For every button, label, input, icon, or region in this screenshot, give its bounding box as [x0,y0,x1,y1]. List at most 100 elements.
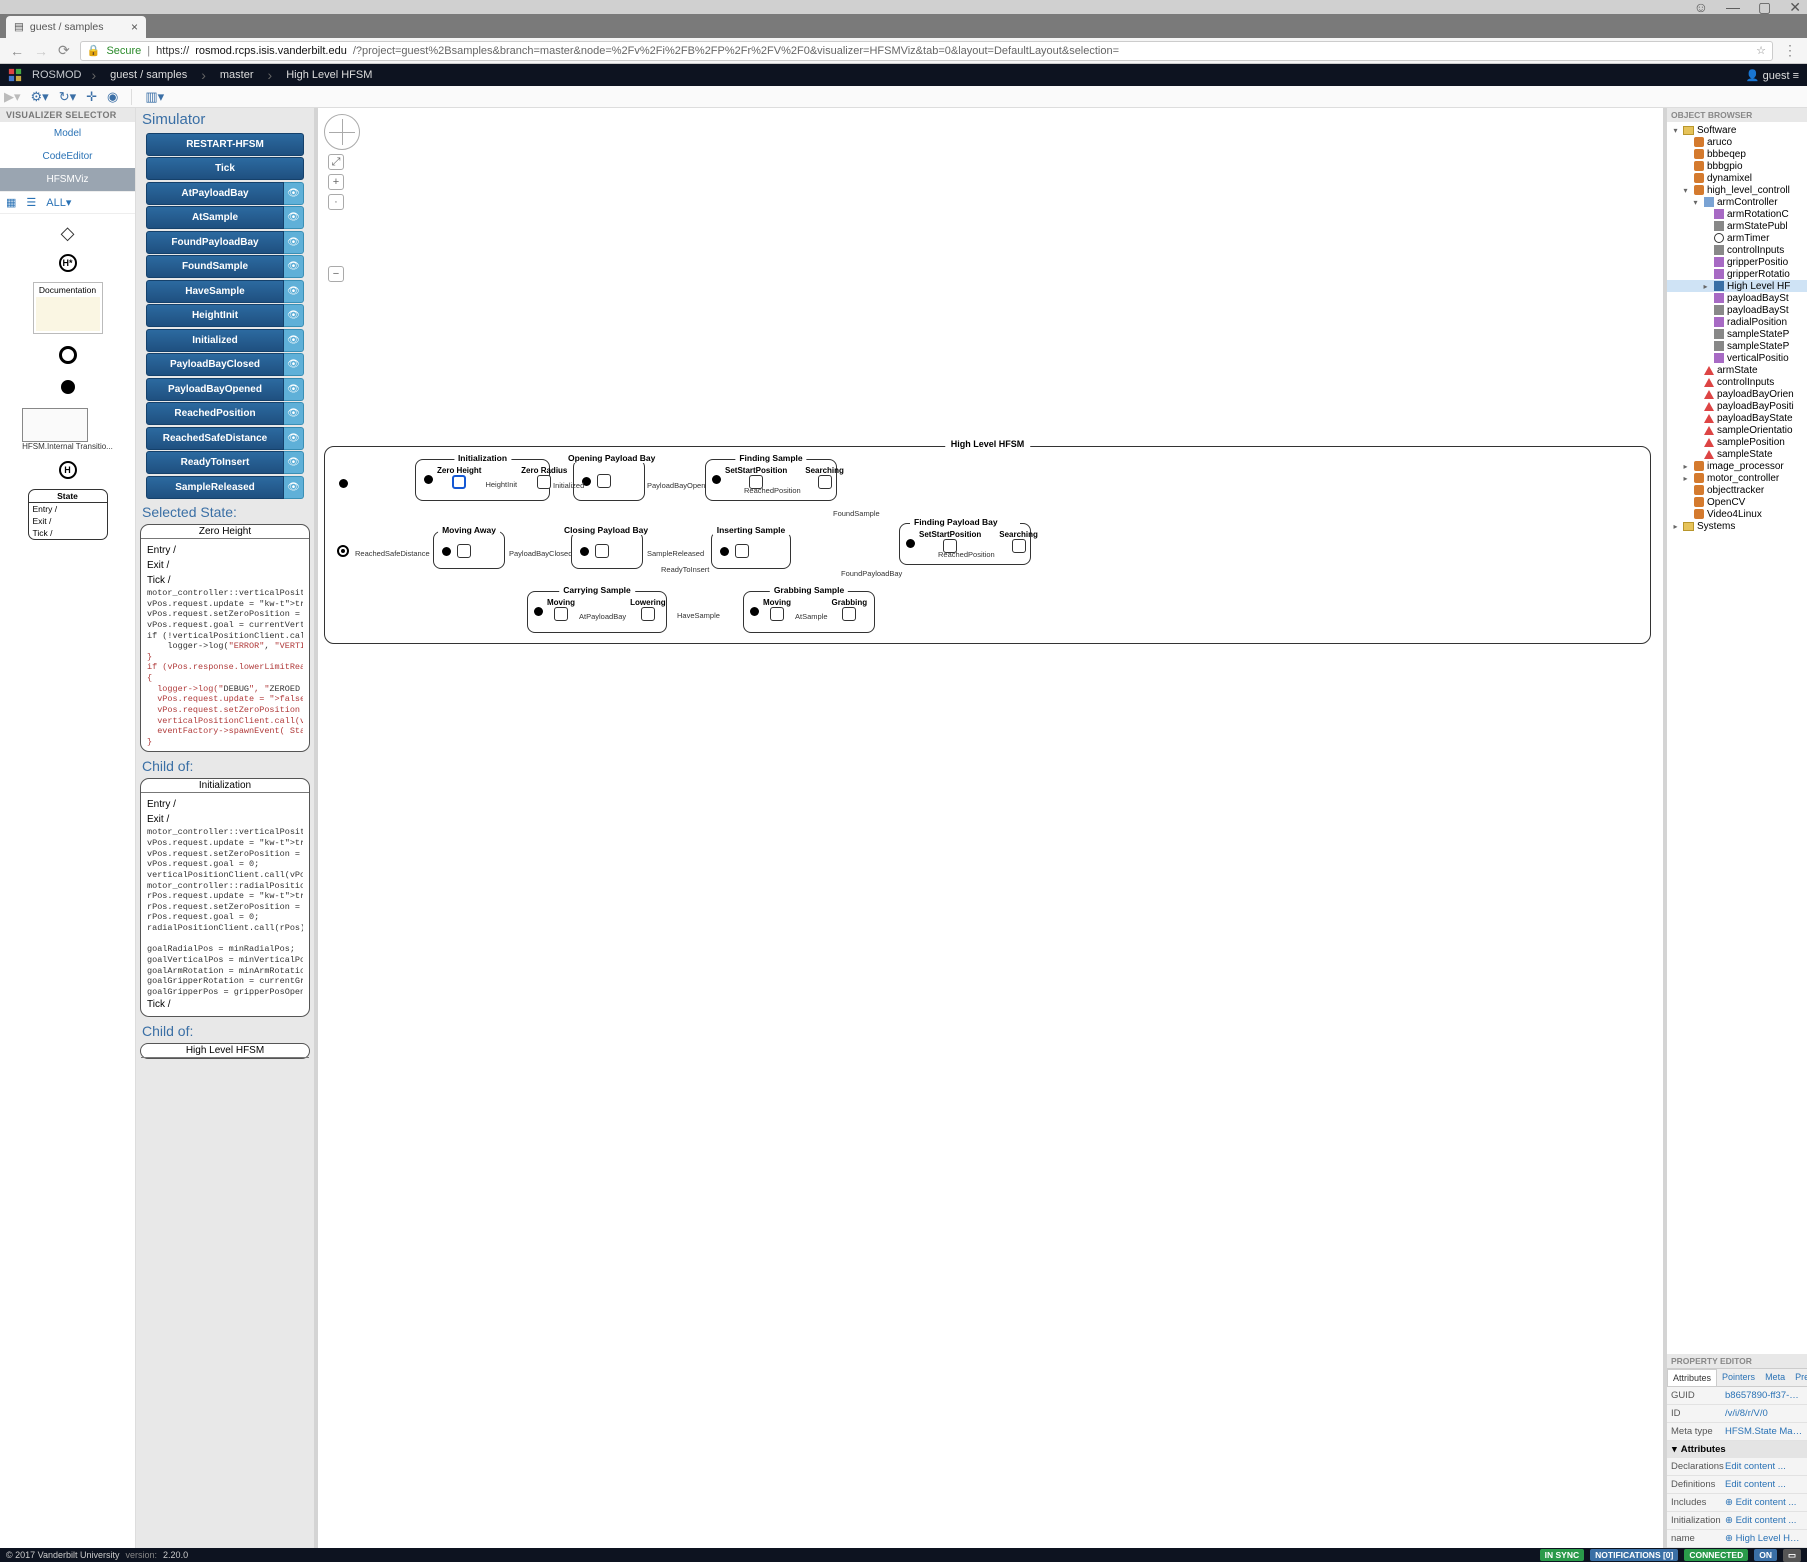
sim-button-heightinit[interactable]: HeightInit [146,304,284,327]
sim-button-atsample[interactable]: AtSample [146,206,284,229]
tree-node[interactable]: OpenCV [1667,496,1807,508]
property-section-attributes[interactable]: ▾ Attributes [1667,1441,1807,1458]
tree-node[interactable]: ▾ armController [1667,196,1807,208]
property-tab-attributes[interactable]: Attributes [1667,1369,1717,1386]
tree-node[interactable]: ▾ high_level_controll [1667,184,1807,196]
tree-node[interactable]: gripperPositio [1667,256,1807,268]
property-value[interactable]: Edit content ... [1725,1461,1803,1472]
zoom-reset-icon[interactable]: · [328,194,344,210]
tree-twisty-icon[interactable]: ▸ [1681,474,1690,483]
circle-icon[interactable]: ◉ [107,89,118,105]
tree-node[interactable]: verticalPositio [1667,352,1807,364]
state-moving2[interactable] [770,607,784,621]
visualizer-link-model[interactable]: Model [0,122,135,145]
palette-h-star-icon[interactable]: H* [59,254,77,272]
eye-icon[interactable]: 👁 [284,451,304,474]
badge-sync[interactable]: IN SYNC [1540,1549,1584,1561]
state-open-inner[interactable] [597,474,611,488]
group-grabbing-sample[interactable]: Grabbing Sample Moving AtSample Grabbing [743,591,875,633]
property-value[interactable]: Edit content ... [1725,1479,1803,1490]
palette-state-template[interactable]: State Entry / Exit / Tick / [28,489,108,540]
play-icon[interactable]: ▶▾ [4,89,21,105]
browser-menu-icon[interactable]: ⋮ [1783,42,1797,59]
sim-button-foundpayloadbay[interactable]: FoundPayloadBay [146,231,284,254]
property-value[interactable]: ⊕ Edit content ... [1725,1515,1803,1526]
tree-node[interactable]: aruco [1667,136,1807,148]
tree-twisty-icon[interactable]: ▸ [1701,282,1710,291]
zoom-in-icon[interactable]: + [328,174,344,190]
state-lowering[interactable] [641,607,655,621]
eye-icon[interactable]: 👁 [284,206,304,229]
sim-button-reachedposition[interactable]: ReachedPosition [146,402,284,425]
badge-on[interactable]: ON [1754,1549,1777,1561]
crumb-project[interactable]: guest / samples [110,69,187,81]
tree-node[interactable]: sampleStateP [1667,328,1807,340]
bookmark-star-icon[interactable]: ☆ [1756,44,1766,57]
tree-twisty-icon[interactable]: ▾ [1681,186,1690,195]
palette-dot-icon[interactable] [57,376,79,398]
zoom-out-icon[interactable]: − [328,266,344,282]
sim-button-payloadbayclosed[interactable]: PayloadBayClosed [146,353,284,376]
compass-control[interactable] [324,114,360,150]
sim-button-havesample[interactable]: HaveSample [146,280,284,303]
eye-icon[interactable]: 👁 [284,304,304,327]
user-indicator[interactable]: 👤 guest ≡ [1746,69,1799,82]
group-inserting-sample[interactable]: Inserting Sample [711,531,791,569]
state-zero-height[interactable] [452,475,466,489]
state-searching2[interactable] [1012,539,1026,553]
palette-internal-transition[interactable]: HFSM.Internal Transitio... [22,408,113,451]
tree-node[interactable]: sampleState [1667,448,1807,460]
sim-button-samplereleased[interactable]: SampleReleased [146,476,284,499]
eye-icon[interactable]: 👁 [284,402,304,425]
maximize-icon[interactable]: ▢ [1758,0,1771,16]
hfsm-diagram[interactable]: High Level HFSM Initialization Zero Heig… [324,446,1651,644]
property-tab-preferences[interactable]: Preferences [1790,1369,1807,1386]
tree-twisty-icon[interactable]: ▾ [1691,198,1700,207]
grid-view-icon[interactable]: ▦ [6,196,16,209]
palette-h-icon[interactable]: H [59,461,77,479]
crumb-node[interactable]: High Level HFSM [286,69,372,81]
tree-node[interactable]: ▸ motor_controller [1667,472,1807,484]
tree-node[interactable]: sampleStateP [1667,340,1807,352]
gear-icon[interactable]: ⚙▾ [31,89,49,105]
canvas[interactable]: ⤢ + · − High Level HFSM Initialization Z… [318,108,1667,1548]
palette-diamond-icon[interactable]: ◇ [57,222,79,244]
eye-icon[interactable]: 👁 [284,378,304,401]
tree-node[interactable]: controlInputs [1667,244,1807,256]
tree-node[interactable]: Video4Linux [1667,508,1807,520]
sim-button-payloadbayopened[interactable]: PayloadBayOpened [146,378,284,401]
state-moving[interactable] [554,607,568,621]
sim-button-readytoinsert[interactable]: ReadyToInsert [146,451,284,474]
tree-node[interactable]: payloadBayPositi [1667,400,1807,412]
layout-icon[interactable]: ▥▾ [145,89,164,105]
group-finding-sample[interactable]: Finding Sample SetStartPosition Searchin… [705,459,837,501]
browser-tab[interactable]: ▤ guest / samples × [6,16,146,38]
eye-icon[interactable]: 👁 [284,280,304,303]
state-moving-away[interactable] [457,544,471,558]
close-icon[interactable]: ✕ [1789,0,1801,16]
tree-node[interactable]: bbbeqep [1667,148,1807,160]
property-value[interactable]: /v/i/8/r/V/0 [1725,1408,1803,1419]
tree-node[interactable]: radialPosition [1667,316,1807,328]
tree-node[interactable]: ▾ Software [1667,124,1807,136]
tree-node[interactable]: sampleOrientatio [1667,424,1807,436]
group-carrying-sample[interactable]: Carrying Sample Moving AtPayloadBay Lowe… [527,591,667,633]
eye-icon[interactable]: 👁 [284,231,304,254]
tree-node[interactable]: gripperRotatio [1667,268,1807,280]
list-view-icon[interactable]: ☰ [26,196,36,209]
state-grabbing[interactable] [842,607,856,621]
eye-icon[interactable]: 👁 [284,353,304,376]
tree-twisty-icon[interactable]: ▾ [1671,126,1680,135]
group-finding-payload-bay[interactable]: Finding Payload Bay SetStartPosition Sea… [899,523,1031,565]
tree-node[interactable]: payloadBayOrien [1667,388,1807,400]
property-value[interactable]: HFSM.State Machine [1725,1426,1803,1437]
sim-button-restart-hfsm[interactable]: RESTART-HFSM [146,133,304,156]
eye-icon[interactable]: 👁 [284,476,304,499]
badge-switch[interactable]: ▭ [1783,1549,1801,1562]
tree-node[interactable]: payloadBayState [1667,412,1807,424]
initial-dot[interactable] [339,479,348,488]
crumb-branch[interactable]: master [220,69,254,81]
tree-node[interactable]: armState [1667,364,1807,376]
tree-node[interactable]: objecttracker [1667,484,1807,496]
tree-twisty-icon[interactable]: ▸ [1671,522,1680,531]
